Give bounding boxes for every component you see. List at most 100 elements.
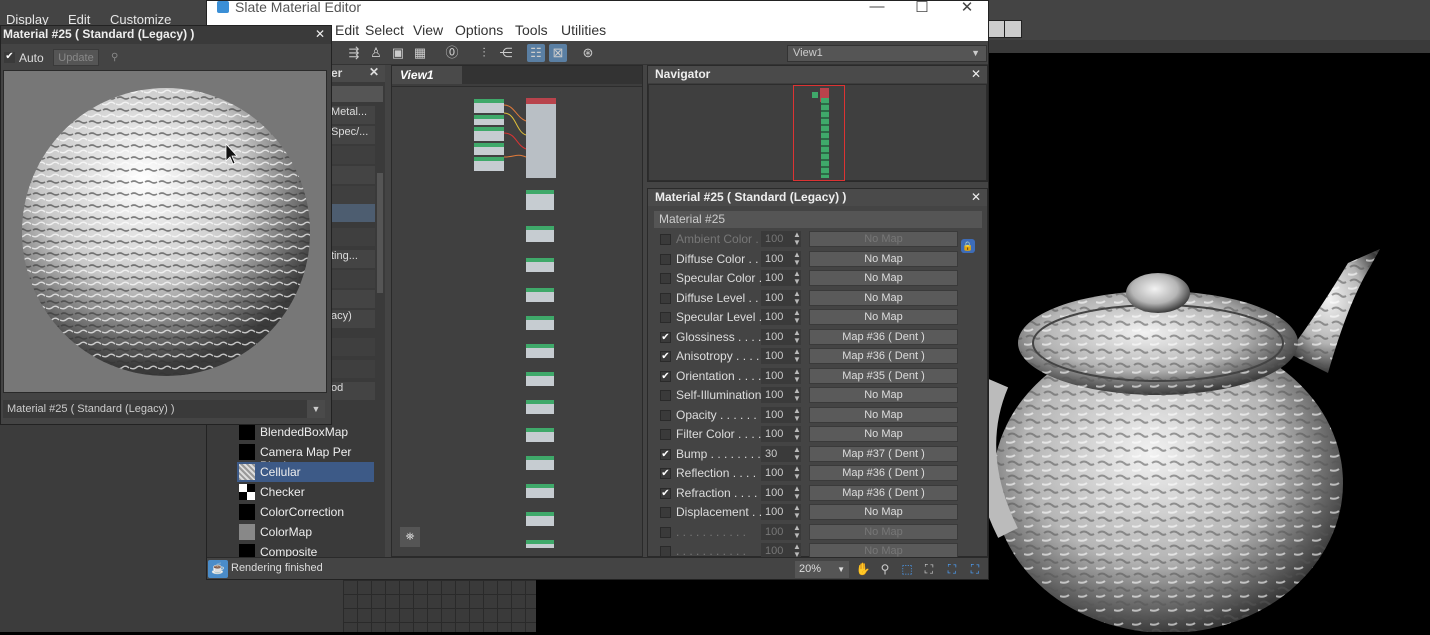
browser-row[interactable]: od [331, 382, 375, 400]
node-canvas[interactable]: ⛯ [392, 86, 642, 556]
menu-utilities[interactable]: Utilities [561, 22, 606, 38]
render-icon[interactable] [1004, 20, 1022, 38]
preview-material-select[interactable]: Material #25 ( Standard (Legacy) ) ▼ [3, 400, 325, 418]
map-slot-button[interactable]: Map #37 ( Dent ) [809, 445, 958, 462]
map-enable-checkbox[interactable]: ✔ [660, 331, 671, 343]
menu-tools[interactable]: Tools [515, 22, 548, 38]
map-enable-checkbox[interactable] [660, 234, 671, 245]
spinner-arrows-icon[interactable]: ▲ ▼ [793, 309, 801, 325]
map-enable-checkbox[interactable]: ✔ [660, 351, 671, 362]
map-node[interactable] [526, 258, 554, 272]
map-enable-checkbox[interactable] [660, 526, 671, 538]
sme-titlebar[interactable]: Slate Material Editor — ☐ ✕ [207, 0, 988, 19]
minimize-icon[interactable]: — [862, 0, 892, 15]
perspective-viewport[interactable] [974, 53, 1430, 633]
browser-row[interactable] [331, 338, 375, 356]
menu-options[interactable]: Options [455, 22, 503, 38]
spinner-arrows-icon[interactable]: ▲ ▼ [793, 406, 801, 423]
map-enable-checkbox[interactable]: ✔ [660, 370, 671, 382]
browser-row[interactable] [331, 270, 375, 288]
map-enable-checkbox[interactable] [660, 429, 671, 440]
browser-row[interactable]: ting... [331, 250, 375, 268]
map-slot-button[interactable]: No Map [809, 250, 958, 267]
map-slot-button[interactable]: No Map [809, 504, 958, 520]
spinner-arrows-icon[interactable]: ▲ ▼ [793, 289, 801, 306]
zoom-extents-selected-icon[interactable]: ⛶ [944, 561, 960, 577]
map-enable-checkbox[interactable] [660, 390, 671, 401]
grid-viewport[interactable] [343, 580, 536, 632]
binoculars-icon[interactable]: ⛯ [400, 527, 420, 547]
select-by-material-icon[interactable]: ⓪ [443, 44, 461, 62]
material-parameter-editor-icon[interactable]: ☷ [527, 44, 545, 62]
browser-row[interactable] [331, 228, 375, 246]
map-slot-button[interactable]: No Map [809, 309, 958, 325]
map-slot-button[interactable]: Map #35 ( Dent ) [809, 367, 958, 384]
map-enable-checkbox[interactable]: ✔ [660, 468, 671, 479]
menu-view[interactable]: View [413, 22, 443, 38]
map-slot-button[interactable]: No Map [809, 289, 958, 306]
map-item-colorcorrection[interactable]: ColorCorrection [237, 502, 374, 522]
map-node[interactable] [474, 127, 504, 141]
spinner-arrows-icon[interactable]: ▲ ▼ [793, 231, 801, 247]
browser-scrollbar[interactable] [377, 173, 383, 293]
map-item-camera-map-per-pixel[interactable]: Camera Map Per Pixel [237, 442, 374, 473]
close-icon[interactable]: ✕ [369, 65, 379, 79]
close-icon[interactable]: ✕ [971, 66, 981, 82]
browser-search-input[interactable] [331, 86, 383, 102]
map-enable-checkbox[interactable] [660, 273, 671, 284]
map-enable-checkbox[interactable] [660, 312, 671, 323]
map-enable-checkbox[interactable] [660, 253, 671, 265]
map-node[interactable] [526, 372, 554, 386]
tab-view1[interactable]: View1 [392, 66, 462, 84]
zoom-region-icon[interactable]: ⬚ [899, 561, 915, 577]
map-node[interactable] [474, 143, 504, 155]
map-node[interactable] [526, 190, 554, 210]
map-enable-checkbox[interactable] [660, 507, 671, 518]
map-slot-button[interactable]: Map #36 ( Dent ) [809, 484, 958, 501]
preview-titlebar[interactable]: Material #25 ( Standard (Legacy) ) ✕ [1, 26, 331, 44]
browser-row[interactable] [331, 166, 375, 184]
spinner-arrows-icon[interactable]: ▲ ▼ [793, 250, 801, 267]
map-item-cellular[interactable]: Cellular [237, 462, 374, 482]
browser-row[interactable]: Spec/... [331, 126, 375, 144]
layout-children-icon[interactable]: ⋲ [497, 44, 515, 62]
maximize-icon[interactable]: ☐ [907, 0, 937, 16]
map-item-checker[interactable]: Checker [237, 482, 374, 502]
spinner-arrows-icon[interactable]: ▲ ▼ [793, 445, 801, 462]
map-slot-button[interactable]: Map #36 ( Dent ) [809, 328, 958, 345]
map-node[interactable] [526, 484, 554, 498]
map-node[interactable] [526, 344, 554, 358]
map-node[interactable] [526, 428, 554, 442]
map-slot-button[interactable]: Map #36 ( Dent ) [809, 465, 958, 481]
map-slot-button[interactable]: Map #36 ( Dent ) [809, 348, 958, 364]
material-node[interactable] [526, 98, 556, 178]
map-node[interactable] [526, 226, 554, 242]
map-slot-button[interactable]: No Map [809, 231, 958, 247]
spinner-arrows-icon[interactable]: ▲ ▼ [793, 426, 801, 442]
map-slot-button[interactable]: No Map [809, 426, 958, 442]
map-node[interactable] [526, 288, 554, 302]
browser-row[interactable] [331, 146, 375, 164]
view-dropdown[interactable]: View1 ▼ [787, 45, 987, 62]
browser-row[interactable]: Metal... [331, 106, 375, 124]
spinner-arrows-icon[interactable]: ▲ ▼ [793, 484, 801, 501]
map-slot-button[interactable]: No Map [809, 406, 958, 423]
navigator-view-rect[interactable] [793, 85, 845, 181]
menu-edit[interactable]: Edit [335, 22, 359, 38]
close-icon[interactable]: ✕ [971, 189, 981, 205]
show-map-icon[interactable]: ▣ [389, 44, 407, 62]
assign-material-icon[interactable]: ♙ [367, 44, 385, 62]
spinner-arrows-icon[interactable]: ▲ ▼ [793, 465, 801, 481]
map-enable-checkbox[interactable]: ✔ [660, 487, 671, 499]
spinner-arrows-icon[interactable]: ▲ ▼ [793, 367, 801, 384]
background-icon[interactable]: ▦ [411, 44, 429, 62]
browser-row[interactable] [331, 186, 375, 204]
zoom-icon[interactable]: ⚲ [877, 561, 893, 577]
map-enable-checkbox[interactable] [660, 546, 671, 557]
map-node[interactable] [526, 512, 554, 526]
auto-checkbox[interactable]: ✔ [4, 52, 15, 63]
navigator-icon[interactable]: ⊛ [579, 44, 597, 62]
map-enable-checkbox[interactable] [660, 409, 671, 421]
map-node[interactable] [474, 157, 504, 171]
map-slot-button[interactable]: No Map [809, 270, 958, 286]
